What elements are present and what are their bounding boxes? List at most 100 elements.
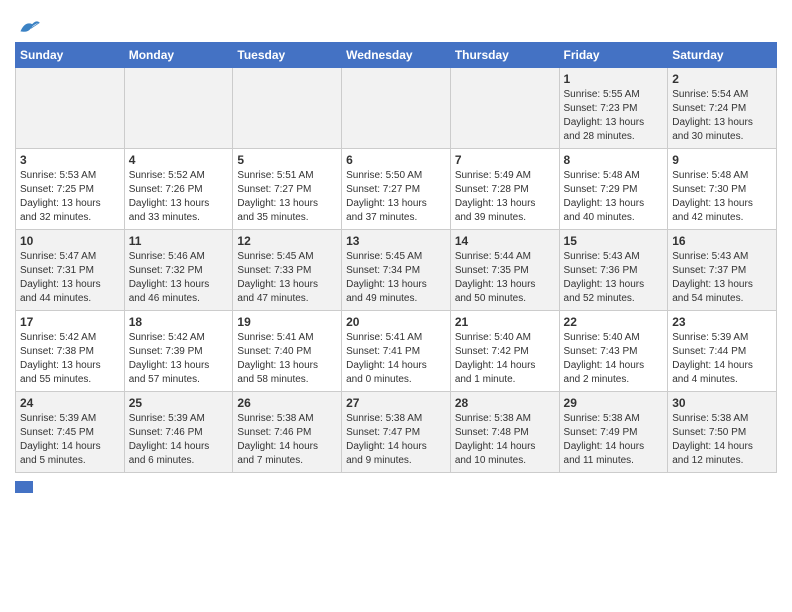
day-info: Sunrise: 5:48 AMSunset: 7:29 PMDaylight:… xyxy=(564,170,645,223)
day-number: 16 xyxy=(672,234,772,248)
day-cell: 3 Sunrise: 5:53 AMSunset: 7:25 PMDaylight… xyxy=(16,149,125,230)
day-number: 18 xyxy=(129,315,229,329)
day-number: 22 xyxy=(564,315,664,329)
day-cell xyxy=(450,68,559,149)
day-info: Sunrise: 5:45 AMSunset: 7:33 PMDaylight:… xyxy=(237,251,318,304)
day-cell: 28 Sunrise: 5:38 AMSunset: 7:48 PMDayligh… xyxy=(450,392,559,473)
day-info: Sunrise: 5:38 AMSunset: 7:46 PMDaylight:… xyxy=(237,413,318,466)
day-number: 26 xyxy=(237,396,337,410)
day-number: 25 xyxy=(129,396,229,410)
day-cell: 26 Sunrise: 5:38 AMSunset: 7:46 PMDayligh… xyxy=(233,392,342,473)
day-info: Sunrise: 5:38 AMSunset: 7:50 PMDaylight:… xyxy=(672,413,753,466)
day-number: 6 xyxy=(346,153,446,167)
day-info: Sunrise: 5:39 AMSunset: 7:44 PMDaylight:… xyxy=(672,332,753,385)
day-number: 11 xyxy=(129,234,229,248)
col-header-wednesday: Wednesday xyxy=(342,43,451,68)
day-number: 5 xyxy=(237,153,337,167)
day-info: Sunrise: 5:47 AMSunset: 7:31 PMDaylight:… xyxy=(20,251,101,304)
day-cell: 27Sunrise: 5:38 AMSunset: 7:47 PMDayligh… xyxy=(342,392,451,473)
day-number: 30 xyxy=(672,396,772,410)
day-cell: 19Sunrise: 5:41 AMSunset: 7:40 PMDayligh… xyxy=(233,311,342,392)
day-cell: 17Sunrise: 5:42 AMSunset: 7:38 PMDayligh… xyxy=(16,311,125,392)
day-cell xyxy=(16,68,125,149)
day-number: 13 xyxy=(346,234,446,248)
day-number: 7 xyxy=(455,153,555,167)
day-info: Sunrise: 5:38 AMSunset: 7:48 PMDaylight:… xyxy=(455,413,536,466)
day-cell: 7 Sunrise: 5:49 AMSunset: 7:28 PMDaylight… xyxy=(450,149,559,230)
day-info: Sunrise: 5:46 AMSunset: 7:32 PMDaylight:… xyxy=(129,251,210,304)
day-cell: 1Sunrise: 5:55 AMSunset: 7:23 PMDaylight… xyxy=(559,68,668,149)
day-cell: 2Sunrise: 5:54 AMSunset: 7:24 PMDaylight… xyxy=(668,68,777,149)
day-cell: 6 Sunrise: 5:50 AMSunset: 7:27 PMDaylight… xyxy=(342,149,451,230)
day-number: 8 xyxy=(564,153,664,167)
day-info: Sunrise: 5:45 AMSunset: 7:34 PMDaylight:… xyxy=(346,251,427,304)
day-cell: 15Sunrise: 5:43 AMSunset: 7:36 PMDayligh… xyxy=(559,230,668,311)
day-number: 3 xyxy=(20,153,120,167)
day-number: 28 xyxy=(455,396,555,410)
day-number: 9 xyxy=(672,153,772,167)
day-number: 29 xyxy=(564,396,664,410)
day-cell: 9 Sunrise: 5:48 AMSunset: 7:30 PMDaylight… xyxy=(668,149,777,230)
day-info: Sunrise: 5:52 AMSunset: 7:26 PMDaylight:… xyxy=(129,170,210,223)
day-cell: 25 Sunrise: 5:39 AMSunset: 7:46 PMDayligh… xyxy=(124,392,233,473)
day-cell xyxy=(342,68,451,149)
day-cell: 8 Sunrise: 5:48 AMSunset: 7:29 PMDaylight… xyxy=(559,149,668,230)
day-info: Sunrise: 5:40 AMSunset: 7:43 PMDaylight:… xyxy=(564,332,645,385)
week-row-3: 10 Sunrise: 5:47 AMSunset: 7:31 PMDayligh… xyxy=(16,230,777,311)
day-info: Sunrise: 5:44 AMSunset: 7:35 PMDaylight:… xyxy=(455,251,536,304)
day-cell: 20 Sunrise: 5:41 AMSunset: 7:41 PMDayligh… xyxy=(342,311,451,392)
day-cell xyxy=(124,68,233,149)
day-cell: 4 Sunrise: 5:52 AMSunset: 7:26 PMDaylight… xyxy=(124,149,233,230)
day-cell: 14 Sunrise: 5:44 AMSunset: 7:35 PMDayligh… xyxy=(450,230,559,311)
day-number: 15 xyxy=(564,234,664,248)
col-header-thursday: Thursday xyxy=(450,43,559,68)
day-cell xyxy=(233,68,342,149)
day-number: 21 xyxy=(455,315,555,329)
day-number: 17 xyxy=(20,315,120,329)
day-info: Sunrise: 5:39 AMSunset: 7:46 PMDaylight:… xyxy=(129,413,210,466)
day-number: 12 xyxy=(237,234,337,248)
day-info: Sunrise: 5:40 AMSunset: 7:42 PMDaylight:… xyxy=(455,332,536,385)
col-header-friday: Friday xyxy=(559,43,668,68)
day-info: Sunrise: 5:51 AMSunset: 7:27 PMDaylight:… xyxy=(237,170,318,223)
day-info: Sunrise: 5:38 AMSunset: 7:47 PMDaylight:… xyxy=(346,413,427,466)
col-header-saturday: Saturday xyxy=(668,43,777,68)
calendar-table: SundayMondayTuesdayWednesdayThursdayFrid… xyxy=(15,42,777,473)
day-info: Sunrise: 5:55 AMSunset: 7:23 PMDaylight:… xyxy=(564,89,645,142)
col-header-tuesday: Tuesday xyxy=(233,43,342,68)
day-cell: 13 Sunrise: 5:45 AMSunset: 7:34 PMDayligh… xyxy=(342,230,451,311)
day-info: Sunrise: 5:48 AMSunset: 7:30 PMDaylight:… xyxy=(672,170,753,223)
day-cell: 10 Sunrise: 5:47 AMSunset: 7:31 PMDayligh… xyxy=(16,230,125,311)
week-row-2: 3 Sunrise: 5:53 AMSunset: 7:25 PMDaylight… xyxy=(16,149,777,230)
day-cell: 21 Sunrise: 5:40 AMSunset: 7:42 PMDayligh… xyxy=(450,311,559,392)
day-cell: 30 Sunrise: 5:38 AMSunset: 7:50 PMDayligh… xyxy=(668,392,777,473)
day-cell: 18 Sunrise: 5:42 AMSunset: 7:39 PMDayligh… xyxy=(124,311,233,392)
day-number: 10 xyxy=(20,234,120,248)
day-info: Sunrise: 5:42 AMSunset: 7:39 PMDaylight:… xyxy=(129,332,210,385)
day-cell: 5 Sunrise: 5:51 AMSunset: 7:27 PMDaylight… xyxy=(233,149,342,230)
day-number: 2 xyxy=(672,72,772,86)
day-info: Sunrise: 5:50 AMSunset: 7:27 PMDaylight:… xyxy=(346,170,427,223)
day-cell: 23 Sunrise: 5:39 AMSunset: 7:44 PMDayligh… xyxy=(668,311,777,392)
header-row: SundayMondayTuesdayWednesdayThursdayFrid… xyxy=(16,43,777,68)
day-cell: 29 Sunrise: 5:38 AMSunset: 7:49 PMDayligh… xyxy=(559,392,668,473)
day-number: 14 xyxy=(455,234,555,248)
day-info: Sunrise: 5:39 AMSunset: 7:45 PMDaylight:… xyxy=(20,413,101,466)
day-info: Sunrise: 5:49 AMSunset: 7:28 PMDaylight:… xyxy=(455,170,536,223)
header xyxy=(15,10,777,36)
week-row-5: 24 Sunrise: 5:39 AMSunset: 7:45 PMDayligh… xyxy=(16,392,777,473)
day-number: 24 xyxy=(20,396,120,410)
day-info: Sunrise: 5:38 AMSunset: 7:49 PMDaylight:… xyxy=(564,413,645,466)
day-cell: 12 Sunrise: 5:45 AMSunset: 7:33 PMDayligh… xyxy=(233,230,342,311)
day-info: Sunrise: 5:43 AMSunset: 7:37 PMDaylight:… xyxy=(672,251,753,304)
day-number: 20 xyxy=(346,315,446,329)
week-row-1: 1Sunrise: 5:55 AMSunset: 7:23 PMDaylight… xyxy=(16,68,777,149)
legend-color xyxy=(15,481,33,493)
day-number: 23 xyxy=(672,315,772,329)
col-header-sunday: Sunday xyxy=(16,43,125,68)
day-number: 4 xyxy=(129,153,229,167)
day-info: Sunrise: 5:53 AMSunset: 7:25 PMDaylight:… xyxy=(20,170,101,223)
day-cell: 11 Sunrise: 5:46 AMSunset: 7:32 PMDayligh… xyxy=(124,230,233,311)
day-info: Sunrise: 5:41 AMSunset: 7:41 PMDaylight:… xyxy=(346,332,427,385)
day-cell: 24 Sunrise: 5:39 AMSunset: 7:45 PMDayligh… xyxy=(16,392,125,473)
